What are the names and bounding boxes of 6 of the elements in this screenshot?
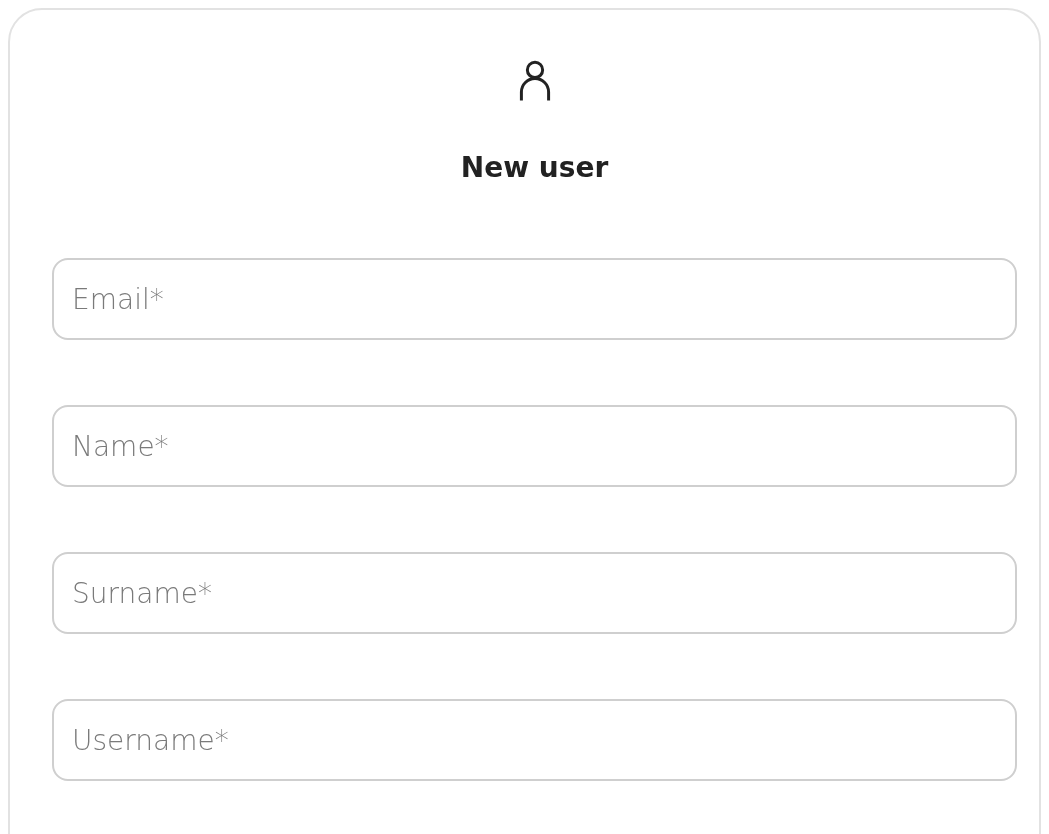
input-field[interactable]: Email*: [52, 258, 1017, 340]
user-icon: [517, 58, 552, 104]
form-title: New user: [460, 150, 609, 186]
input-field[interactable]: Name*: [52, 405, 1017, 487]
input-field[interactable]: Username*: [52, 699, 1017, 781]
input-field[interactable]: Surname*: [52, 552, 1017, 634]
